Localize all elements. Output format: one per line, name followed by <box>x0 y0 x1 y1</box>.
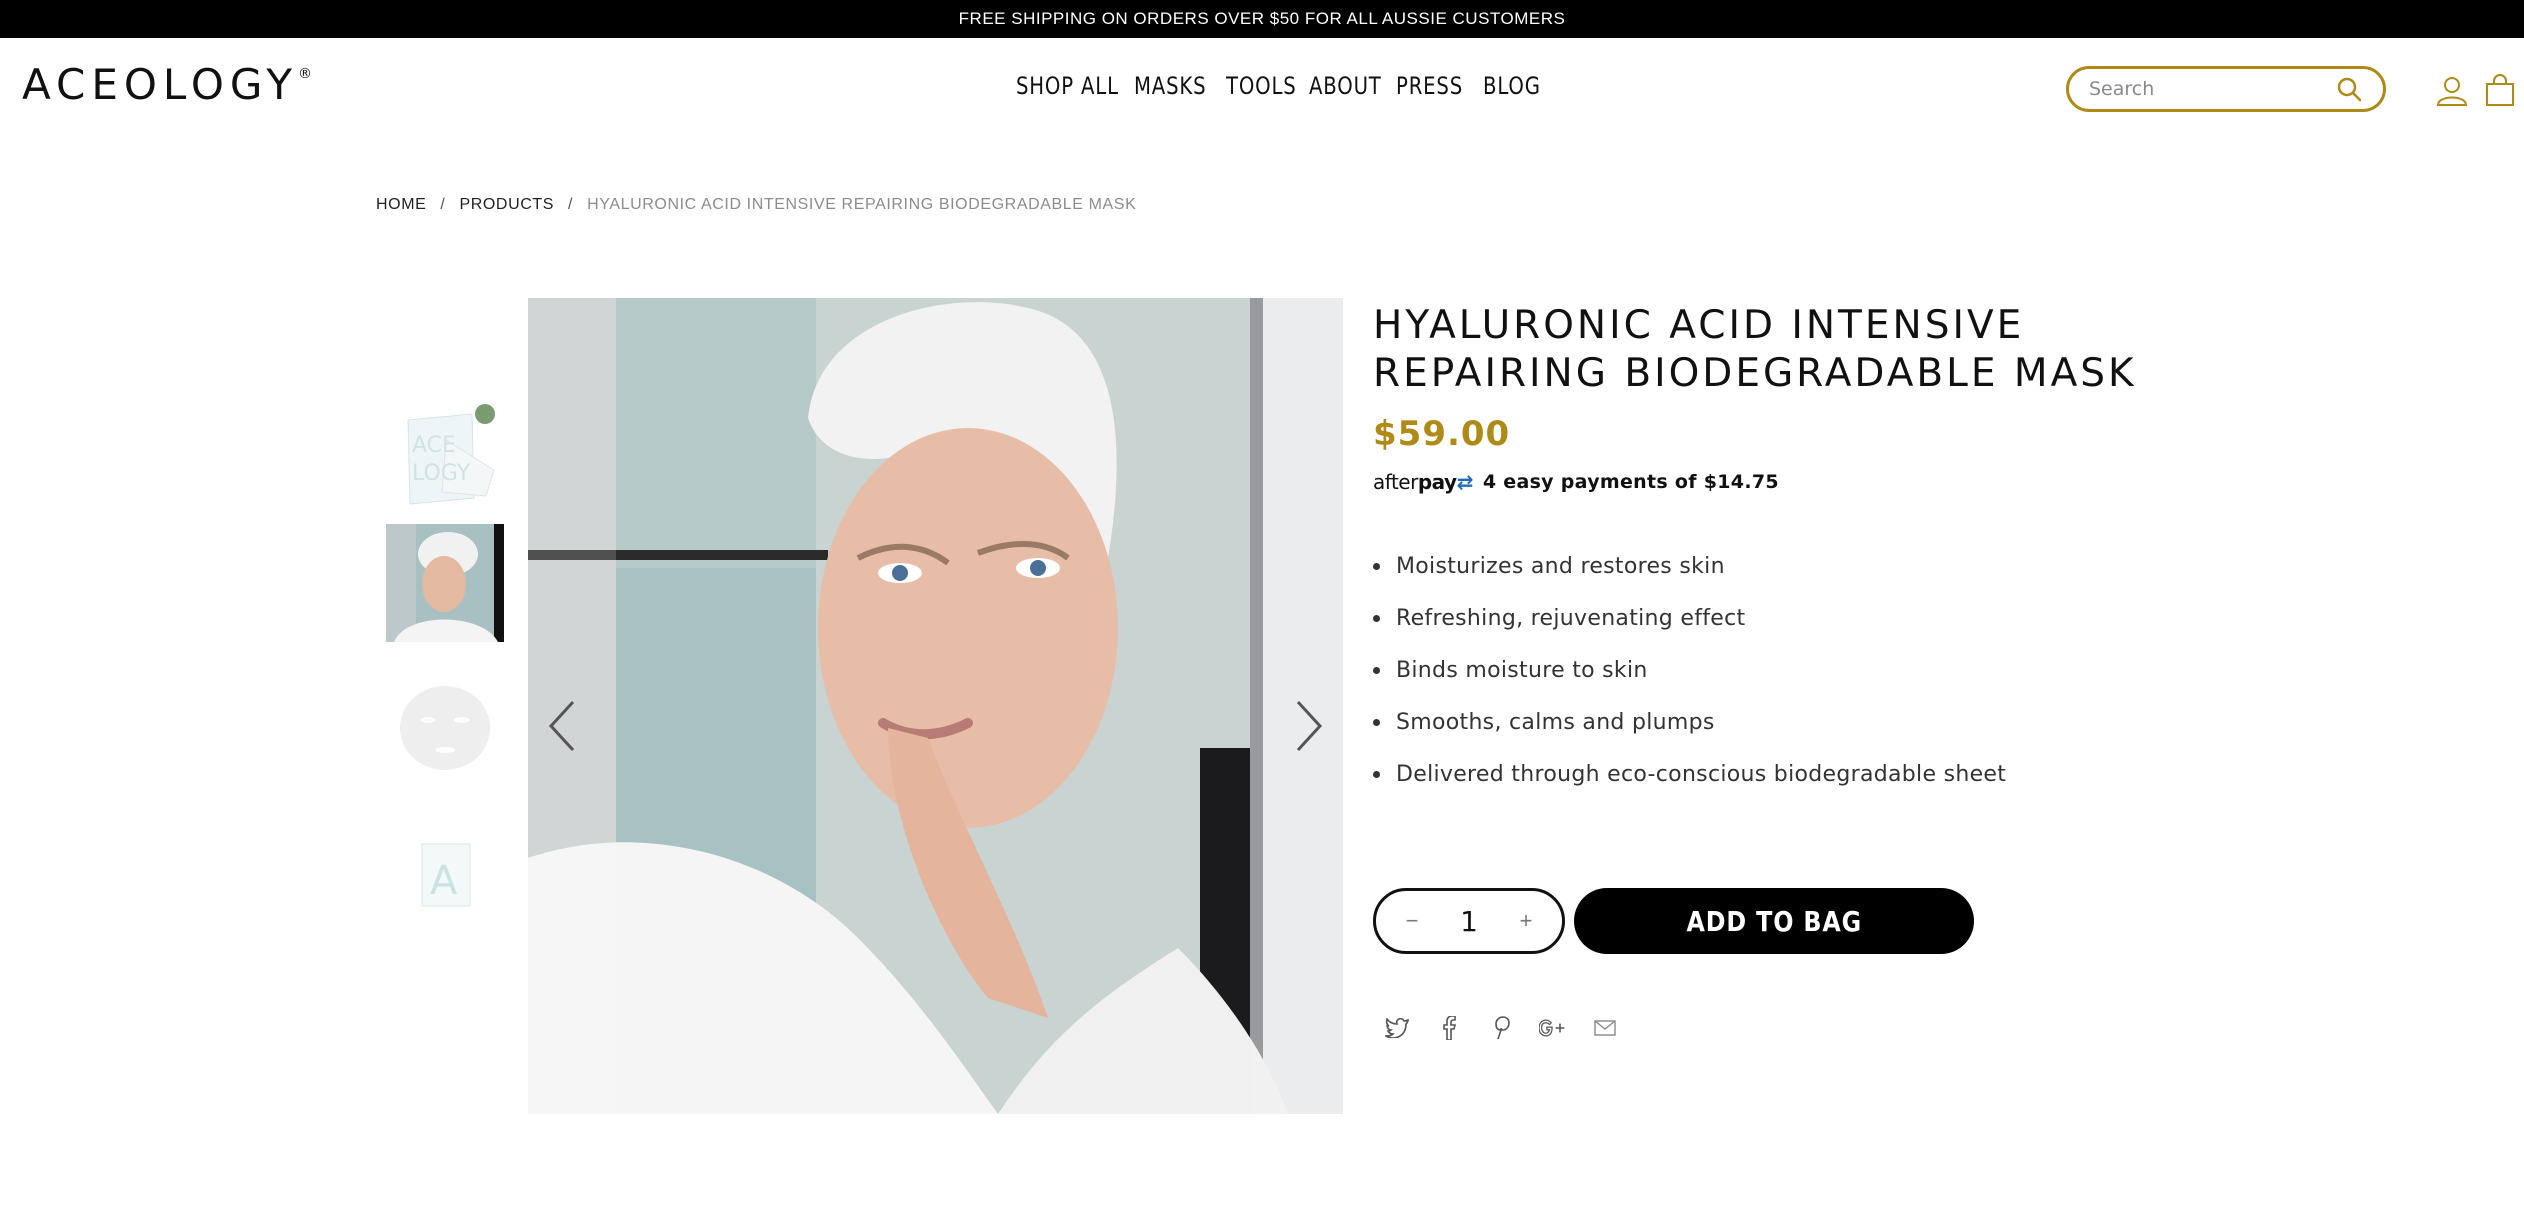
thumbnail-sheet-mask[interactable] <box>386 668 504 786</box>
breadcrumb: HOME / PRODUCTS / HYALURONIC ACID INTENS… <box>376 196 1136 214</box>
breadcrumb-products[interactable]: PRODUCTS <box>459 196 554 214</box>
afterpay-mark-icon: ⇄ <box>1456 470 1474 494</box>
add-to-bag-button[interactable]: ADD TO BAG <box>1574 888 1974 954</box>
bullet-icon <box>1373 718 1380 726</box>
breadcrumb-separator: / <box>440 196 446 213</box>
feature-item: Smooths, calms and plumps <box>1373 696 2006 748</box>
announcement-bar: FREE SHIPPING ON ORDERS OVER $50 FOR ALL… <box>0 0 2524 38</box>
svg-text:LOGY: LOGY <box>412 461 471 486</box>
shopping-bag-icon[interactable] <box>2480 70 2520 110</box>
nav-about[interactable]: ABOUT <box>1309 72 1382 100</box>
svg-text:ACE: ACE <box>412 433 456 458</box>
search-input[interactable] <box>2089 78 2335 100</box>
bullet-icon <box>1373 614 1380 622</box>
breadcrumb-current: HYALURONIC ACID INTENSIVE REPAIRING BIOD… <box>587 196 1137 213</box>
bullet-icon <box>1373 666 1380 674</box>
site-header: ACEOLOGY® SHOP ALL MASKS TOOLS ABOUT PRE… <box>0 38 2524 144</box>
afterpay-info: afterpay⇄ 4 easy payments of $14.75 <box>1373 470 1779 494</box>
brand-logo[interactable]: ACEOLOGY® <box>22 60 312 109</box>
quantity-increase-button[interactable]: + <box>1516 908 1536 934</box>
quantity-stepper: − + <box>1373 888 1565 954</box>
breadcrumb-home[interactable]: HOME <box>376 196 426 214</box>
twitter-icon[interactable] <box>1383 1014 1411 1042</box>
product-title-line-2: REPAIRING BIODEGRADABLE MASK <box>1373 351 2137 396</box>
facebook-icon[interactable] <box>1435 1014 1463 1042</box>
brand-registered-mark: ® <box>298 66 312 82</box>
google-plus-icon[interactable] <box>1539 1014 1567 1042</box>
thumbnail-model[interactable] <box>386 524 504 642</box>
previous-image-arrow[interactable] <box>542 696 582 756</box>
email-icon[interactable] <box>1591 1014 1619 1042</box>
nav-press[interactable]: PRESS <box>1396 72 1463 100</box>
product-price: $59.00 <box>1373 414 1511 454</box>
afterpay-text: 4 easy payments of $14.75 <box>1482 471 1779 493</box>
nav-blog[interactable]: BLOG <box>1483 72 1541 100</box>
brand-name: ACEOLOGY <box>22 60 298 109</box>
search-box <box>2066 66 2386 112</box>
feature-item: Binds moisture to skin <box>1373 644 2006 696</box>
nav-tools[interactable]: TOOLS <box>1226 72 1297 100</box>
afterpay-logo: afterpay⇄ <box>1373 470 1473 494</box>
announcement-text: FREE SHIPPING ON ORDERS OVER $50 FOR ALL… <box>958 9 1566 28</box>
bullet-icon <box>1373 770 1380 778</box>
search-icon[interactable] <box>2335 75 2363 103</box>
feature-list: Moisturizes and restores skin Refreshing… <box>1373 540 2006 800</box>
quantity-input[interactable] <box>1439 904 1499 938</box>
thumbnail-box[interactable]: A <box>386 838 504 956</box>
breadcrumb-separator: / <box>568 196 574 213</box>
quantity-decrease-button[interactable]: − <box>1402 908 1422 934</box>
product-title: HYALURONIC ACID INTENSIVE REPAIRING BIOD… <box>1373 302 2173 398</box>
product-title-line-1: HYALURONIC ACID INTENSIVE <box>1373 303 2025 348</box>
bullet-icon <box>1373 562 1380 570</box>
feature-item: Moisturizes and restores skin <box>1373 540 2006 592</box>
next-image-arrow[interactable] <box>1289 696 1329 756</box>
pinterest-icon[interactable] <box>1487 1014 1515 1042</box>
feature-item: Delivered through eco-conscious biodegra… <box>1373 748 2006 800</box>
share-links <box>1383 1014 1619 1042</box>
user-icon[interactable] <box>2432 70 2472 110</box>
thumbnail-package[interactable]: ACE LOGY <box>386 400 504 518</box>
nav-shop-all[interactable]: SHOP ALL <box>1016 72 1119 100</box>
main-nav: SHOP ALL MASKS TOOLS ABOUT PRESS BLOG <box>1016 72 1543 100</box>
svg-text:A: A <box>430 858 458 904</box>
nav-masks[interactable]: MASKS <box>1134 72 1206 100</box>
product-main-image <box>528 298 1343 1114</box>
feature-item: Refreshing, rejuvenating effect <box>1373 592 2006 644</box>
